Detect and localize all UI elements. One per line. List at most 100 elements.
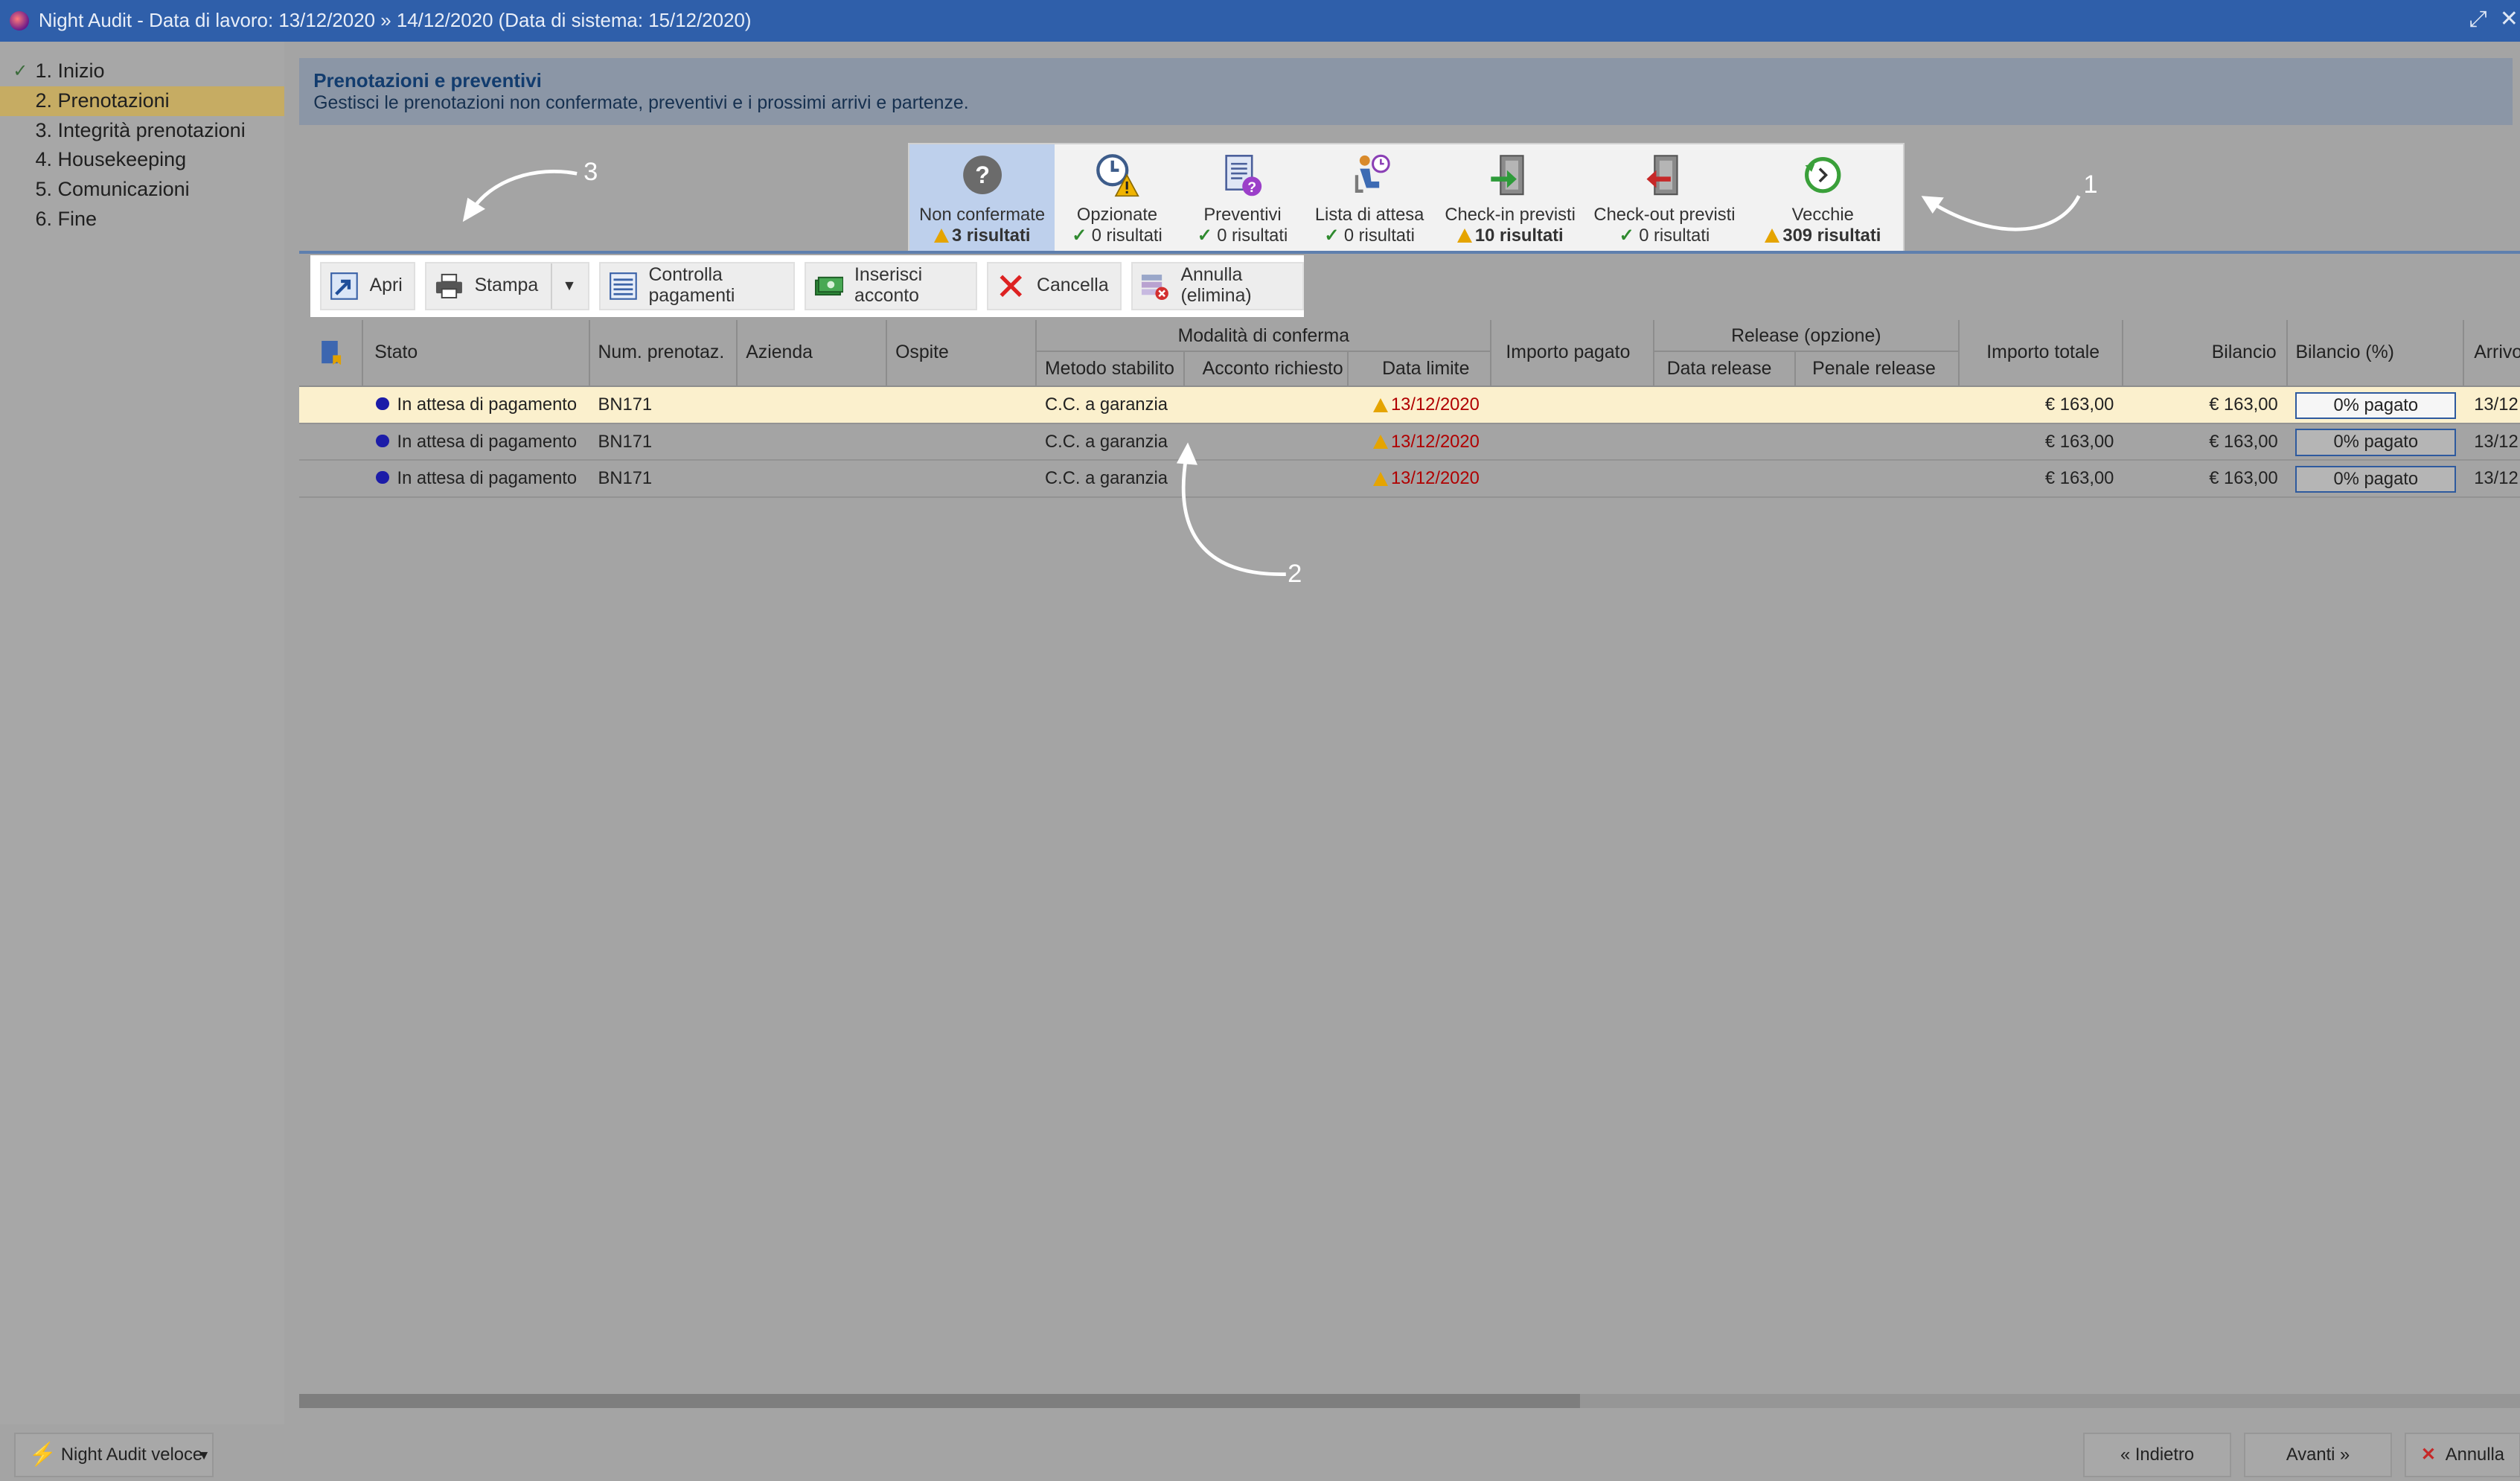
tile-label: Opzionate xyxy=(1076,205,1158,225)
tile-label: Vecchie xyxy=(1791,205,1854,225)
column-header-bilancio-pct[interactable]: Bilancio (%) xyxy=(2288,319,2465,386)
svg-text:?: ? xyxy=(975,161,990,188)
checkout-door-icon xyxy=(1646,155,1678,196)
open-button[interactable]: Apri xyxy=(319,262,415,310)
tile-preventivi[interactable]: ? Preventivi ✓ 0 risultati xyxy=(1180,144,1305,251)
tile-label: Check-in previsti xyxy=(1445,205,1576,225)
step-label: 6. Fine xyxy=(35,208,97,231)
add-deposit-button[interactable]: Inserisci acconto xyxy=(805,262,978,310)
document-flag-icon xyxy=(321,340,341,365)
cancel-delete-button[interactable]: Annulla (elimina) xyxy=(1131,262,1304,310)
table-row[interactable]: In attesa di pagamento BN171 C.C. a gara… xyxy=(298,387,2520,424)
question-icon: ? xyxy=(962,156,1002,195)
next-button[interactable]: Avanti » xyxy=(2244,1432,2392,1477)
bookings-grid: Stato Num. prenotaz. Azienda Ospite Moda… xyxy=(298,319,2520,498)
cell-metodo: C.C. a garanzia xyxy=(1044,431,1168,452)
money-icon xyxy=(815,276,843,296)
print-button[interactable]: Stampa ▼ xyxy=(424,262,589,310)
list-icon xyxy=(609,272,637,300)
column-header-data-limite[interactable]: Data limite xyxy=(1349,352,1492,386)
page-subtitle: Gestisci le prenotazioni non confermate,… xyxy=(313,93,969,114)
step-inizio[interactable]: ✓ 1. Inizio xyxy=(0,57,284,86)
close-x-icon: ✕ xyxy=(2420,1444,2436,1465)
column-header-metodo[interactable]: Metodo stabilito xyxy=(1037,352,1185,386)
cell-data-limite: 13/12/2020 xyxy=(1372,461,1480,496)
chevron-down-icon: ▼ xyxy=(197,1447,211,1462)
step-fine[interactable]: 6. Fine xyxy=(0,205,284,234)
category-tiles: ? Non confermate 3 risultati Opzionate ✓… xyxy=(908,143,1905,252)
tile-label: Non confermate xyxy=(919,205,1046,225)
tile-lista-attesa[interactable]: Lista di attesa ✓ 0 risultati xyxy=(1305,144,1434,251)
tile-non-confermate[interactable]: ? Non confermate 3 risultati xyxy=(909,144,1055,251)
scrollbar-thumb[interactable] xyxy=(298,1393,1581,1409)
check-payments-label: Controlla pagamenti xyxy=(648,265,735,307)
chevron-down-icon[interactable]: ▼ xyxy=(551,263,577,309)
tile-label: Preventivi xyxy=(1203,205,1282,225)
column-header-penale-release[interactable]: Penale release xyxy=(1796,352,1960,386)
cell-data-limite: 13/12/2020 xyxy=(1372,387,1480,423)
tile-vecchie[interactable]: Vecchie 309 risultati xyxy=(1742,144,1903,251)
column-header-ospite[interactable]: Ospite xyxy=(887,319,1037,386)
column-header-arrivo[interactable]: Arrivo xyxy=(2464,320,2520,386)
grid-header: Stato Num. prenotaz. Azienda Ospite Moda… xyxy=(298,319,2520,388)
column-header-acconto[interactable]: Acconto richiesto xyxy=(1185,352,1349,386)
column-header-data-release[interactable]: Data release xyxy=(1654,352,1796,386)
tile-opzionate[interactable]: Opzionate ✓ 0 risultati xyxy=(1055,144,1180,251)
footer-bar: ⚡ Night Audit veloce ▼ « Indietro Avanti… xyxy=(0,1424,2520,1481)
cancel-button[interactable]: ✕ Annulla xyxy=(2405,1432,2520,1477)
step-label: 4. Housekeeping xyxy=(35,148,187,171)
tile-count: 0 risultati xyxy=(1091,225,1163,246)
page-title: Prenotazioni e preventivi xyxy=(313,71,542,92)
warning-icon xyxy=(1372,435,1388,450)
cell-metodo: C.C. a garanzia xyxy=(1044,468,1168,489)
checkmark-icon: ✓ xyxy=(1072,225,1087,246)
tile-checkout-previsti[interactable]: Check-out previsti ✓ 0 risultati xyxy=(1587,144,1743,251)
check-payments-button[interactable]: Controlla pagamenti xyxy=(598,262,796,310)
warning-icon xyxy=(1372,471,1388,486)
column-header-importo-totale[interactable]: Importo totale xyxy=(1960,319,2124,386)
section-header: Prenotazioni e preventivi Gestisci le pr… xyxy=(298,57,2513,126)
open-arrow-icon xyxy=(330,272,358,300)
step-integrita[interactable]: 3. Integrità prenotazioni xyxy=(0,116,284,146)
tile-checkin-previsti[interactable]: Check-in previsti 10 risultati xyxy=(1434,144,1587,251)
checkmark-icon: ✓ xyxy=(1619,225,1634,246)
step-housekeeping[interactable]: 4. Housekeeping xyxy=(0,145,284,175)
column-header-bilancio[interactable]: Bilancio xyxy=(2123,319,2288,386)
warning-icon xyxy=(933,228,949,243)
horizontal-scrollbar[interactable] xyxy=(298,1393,2520,1409)
cell-arrivo: 13/12 xyxy=(2474,468,2519,489)
cell-importo-totale: € 163,00 xyxy=(2044,394,2114,415)
night-audit-quick-button[interactable]: ⚡ Night Audit veloce ▼ xyxy=(14,1432,214,1477)
cell-importo-totale: € 163,00 xyxy=(2044,468,2114,489)
close-icon[interactable]: ✕ xyxy=(2500,7,2519,31)
column-header-icon[interactable] xyxy=(299,319,364,386)
step-prenotazioni[interactable]: 2. Prenotazioni xyxy=(0,86,285,116)
status-dot-icon xyxy=(376,471,389,484)
column-header-azienda[interactable]: Azienda xyxy=(738,319,888,386)
cell-metodo: C.C. a garanzia xyxy=(1044,394,1168,415)
checkmark-icon: ✓ xyxy=(13,60,28,81)
checkin-door-icon xyxy=(1491,155,1524,196)
balance-progress-bar: 0% pagato xyxy=(2295,465,2457,493)
tile-count: 309 risultati xyxy=(1782,225,1881,246)
column-header-num[interactable]: Num. prenotaz. xyxy=(590,319,738,386)
column-header-stato[interactable]: Stato xyxy=(363,319,590,386)
cell-stato: In attesa di pagamento xyxy=(376,387,577,423)
annotation-label-3: 3 xyxy=(583,157,598,186)
step-comunicazioni[interactable]: 5. Comunicazioni xyxy=(0,175,284,205)
table-row[interactable]: In attesa di pagamento BN171 C.C. a gara… xyxy=(298,461,2520,498)
balance-progress-bar: 0% pagato xyxy=(2295,429,2457,456)
delete-button[interactable]: Cancella xyxy=(987,262,1122,310)
cell-arrivo: 13/12 xyxy=(2474,394,2519,415)
step-label: 1. Inizio xyxy=(35,59,105,82)
back-button[interactable]: « Indietro xyxy=(2083,1432,2231,1477)
separator-line xyxy=(298,250,2520,255)
annotation-arrow-3 xyxy=(463,170,578,223)
annotation-arrow-2 xyxy=(1177,441,1287,576)
lightning-icon: ⚡ xyxy=(28,1442,57,1467)
cell-bilancio: € 163,00 xyxy=(2209,468,2278,489)
column-header-importo-pagato[interactable]: Importo pagato xyxy=(1491,319,1654,386)
tile-count: 0 risultati xyxy=(1217,225,1288,246)
maximize-icon[interactable]: ⤢ xyxy=(2469,7,2487,31)
table-row[interactable]: In attesa di pagamento BN171 C.C. a gara… xyxy=(298,424,2520,461)
